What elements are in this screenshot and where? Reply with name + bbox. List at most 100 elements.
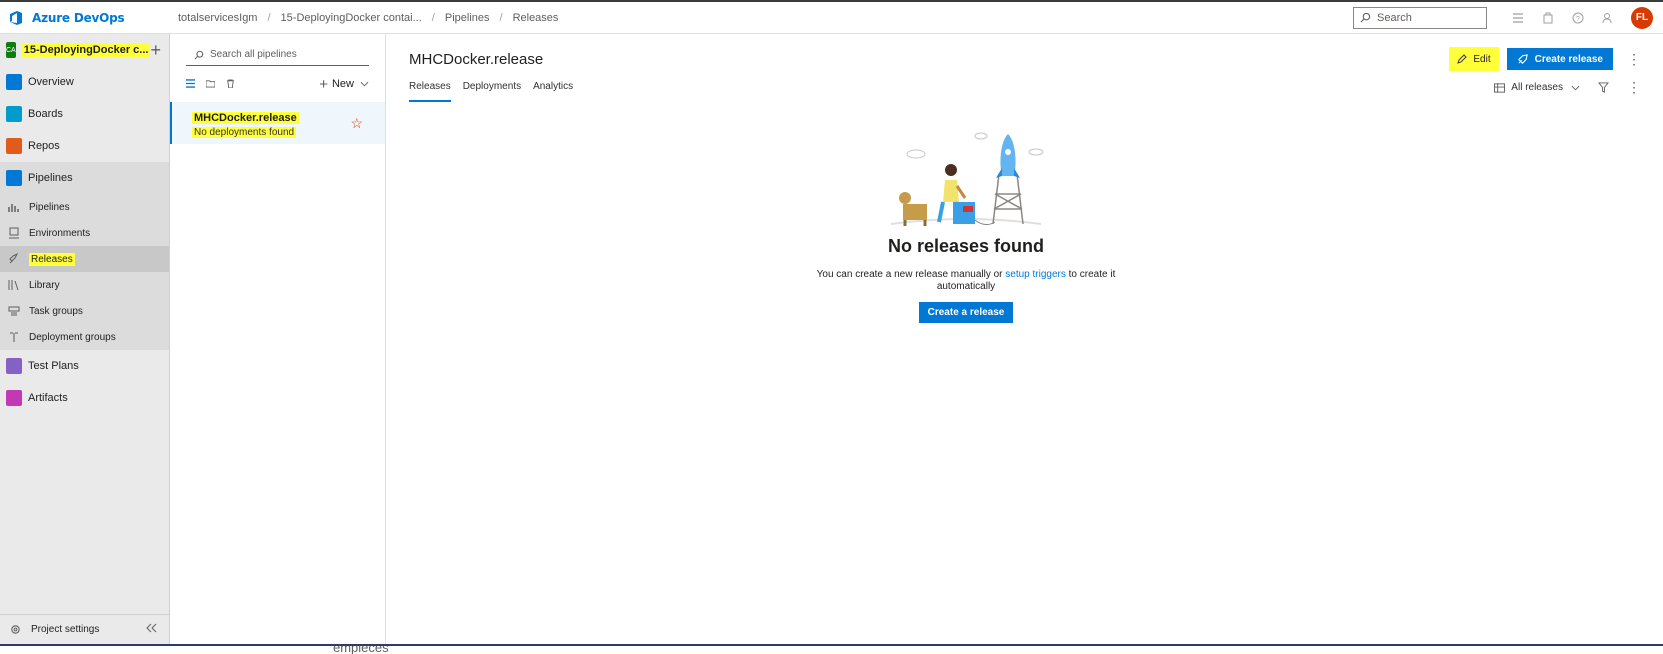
collapse-sidebar-icon[interactable] [145, 623, 157, 636]
chevron-down-icon [360, 81, 369, 87]
pipeline-name: MHCDocker.release [192, 112, 299, 124]
sidebar-item-label: Test Plans [28, 360, 79, 372]
sidebar-item-boards[interactable]: Boards [0, 98, 169, 130]
sidebar-subitem-environments[interactable]: Environments [0, 220, 169, 246]
all-releases-dropdown[interactable]: All releases [1511, 82, 1563, 93]
project-settings-label: Project settings [31, 624, 100, 635]
overview-icon [6, 74, 22, 90]
user-settings-icon[interactable] [1593, 12, 1623, 24]
top-bar: Azure DevOps totalservicesIgm / 15-Deplo… [0, 0, 1663, 34]
sidebar-item-overview[interactable]: Overview [0, 66, 169, 98]
breadcrumb: totalservicesIgm / 15-DeployingDocker co… [172, 12, 564, 24]
project-settings[interactable]: Project settings [0, 614, 169, 644]
sidebar-subitem-label: Environments [29, 227, 91, 239]
sidebar-item-test-plans[interactable]: Test Plans [0, 350, 169, 382]
pipelines-icon [6, 170, 22, 186]
sidebar-subitem-pipelines[interactable]: Pipelines [0, 194, 169, 220]
gear-icon [11, 625, 20, 634]
pipelines-group: Pipelines Pipelines Environments Release… [0, 162, 169, 350]
pipeline-search-input[interactable]: Search all pipelines [186, 44, 369, 66]
create-a-release-button[interactable]: Create a release [918, 302, 1014, 323]
page-title: MHCDocker.release [409, 51, 544, 68]
breadcrumb-pipelines[interactable]: Pipelines [439, 12, 496, 24]
pipelines-sub-icon [8, 204, 19, 212]
brand[interactable]: Azure DevOps [0, 10, 172, 26]
setup-triggers-link[interactable]: setup triggers [1005, 269, 1066, 280]
list-view-icon[interactable] [186, 77, 196, 91]
table-view-icon [1494, 82, 1506, 93]
breadcrumb-org[interactable]: totalservicesIgm [172, 12, 263, 24]
add-icon[interactable]: + [150, 40, 161, 61]
rocket-icon [1517, 53, 1528, 64]
sidebar-subitem-deployment-groups[interactable]: Deployment groups [0, 324, 169, 350]
empty-state-text: You can create a new release manually or… [816, 269, 1116, 293]
help-icon[interactable]: ? [1563, 12, 1593, 24]
tab-deployments[interactable]: Deployments [463, 81, 521, 102]
sidebar-item-label: Boards [28, 108, 63, 120]
chevron-down-icon[interactable] [1571, 85, 1580, 91]
main-content: MHCDocker.release Releases Deployments A… [386, 34, 1663, 644]
releases-icon [9, 253, 19, 264]
new-pipeline-button[interactable]: + New [319, 76, 369, 93]
breadcrumb-project[interactable]: 15-DeployingDocker contai... [275, 12, 428, 24]
folder-view-icon[interactable] [205, 77, 216, 91]
environments-icon [9, 227, 19, 239]
sidebar-item-artifacts[interactable]: Artifacts [0, 382, 169, 414]
project-selector[interactable]: CA 15-DeployingDocker c... + [0, 34, 169, 66]
search-icon [194, 50, 204, 60]
plus-icon: + [319, 75, 328, 93]
taskbar-text: empieces [333, 644, 389, 654]
more-options-icon[interactable]: ⋮ [1627, 79, 1641, 96]
empty-text-before: You can create a new release manually or [816, 269, 1006, 280]
app-name: Azure DevOps [32, 10, 125, 25]
marketplace-icon[interactable] [1533, 12, 1563, 24]
sidebar-item-repos[interactable]: Repos [0, 130, 169, 162]
svg-text:?: ? [1576, 16, 1580, 23]
tab-analytics[interactable]: Analytics [533, 81, 573, 102]
repos-icon [6, 138, 22, 154]
sidebar-subitem-releases[interactable]: Releases [0, 246, 169, 272]
sidebar-item-label: Repos [28, 140, 60, 152]
work-items-icon[interactable] [1503, 12, 1533, 24]
azure-devops-logo-icon [10, 10, 22, 25]
pipeline-status: No deployments found [192, 127, 297, 138]
breadcrumb-releases[interactable]: Releases [507, 12, 565, 24]
create-release-label: Create release [1534, 53, 1603, 65]
sidebar-subitem-label: Library [29, 279, 60, 291]
delete-icon[interactable] [226, 77, 236, 91]
list-toolbar: + New [170, 70, 385, 98]
favorite-star-icon[interactable]: ☆ [350, 115, 363, 132]
avatar[interactable]: FL [1631, 6, 1653, 29]
sidebar-item-pipelines[interactable]: Pipelines [0, 162, 169, 194]
search-placeholder: Search [1377, 11, 1412, 24]
pencil-icon [1457, 54, 1468, 64]
more-actions-icon[interactable]: ⋮ [1627, 51, 1641, 68]
release-tabs: Releases Deployments Analytics [409, 81, 585, 102]
sidebar-nav: Overview Boards Repos Pipelines Pipeline… [0, 66, 169, 414]
boards-icon [6, 106, 22, 122]
test-plans-icon [6, 358, 22, 374]
pipeline-list-pane: Search all pipelines + New MHCDocker.rel… [170, 34, 386, 644]
global-search-input[interactable]: Search [1353, 6, 1487, 29]
taskbar: empieces [0, 644, 1663, 654]
release-filters: All releases ⋮ [1494, 79, 1641, 96]
sidebar-subitem-library[interactable]: Library [0, 272, 169, 298]
breadcrumb-separator: / [499, 11, 503, 24]
sidebar-item-label: Overview [28, 76, 74, 88]
empty-state-title: No releases found [887, 236, 1045, 256]
sidebar-subitem-task-groups[interactable]: Task groups [0, 298, 169, 324]
search-icon [1360, 12, 1371, 23]
new-label: New [331, 78, 354, 90]
page-actions: Edit Create release ⋮ [1449, 47, 1641, 71]
pipeline-search-placeholder: Search all pipelines [210, 49, 297, 60]
tab-releases[interactable]: Releases [409, 81, 451, 102]
create-release-button[interactable]: Create release [1506, 48, 1613, 70]
pipeline-list-item[interactable]: MHCDocker.release No deployments found ☆ [170, 102, 385, 144]
sidebar-subitem-label: Task groups [29, 305, 83, 317]
project-badge: CA [6, 42, 16, 58]
project-name: 15-DeployingDocker c... [21, 43, 151, 57]
edit-button[interactable]: Edit [1449, 47, 1499, 71]
library-icon [8, 280, 19, 291]
filter-icon[interactable] [1598, 82, 1609, 93]
edit-label: Edit [1473, 53, 1491, 65]
